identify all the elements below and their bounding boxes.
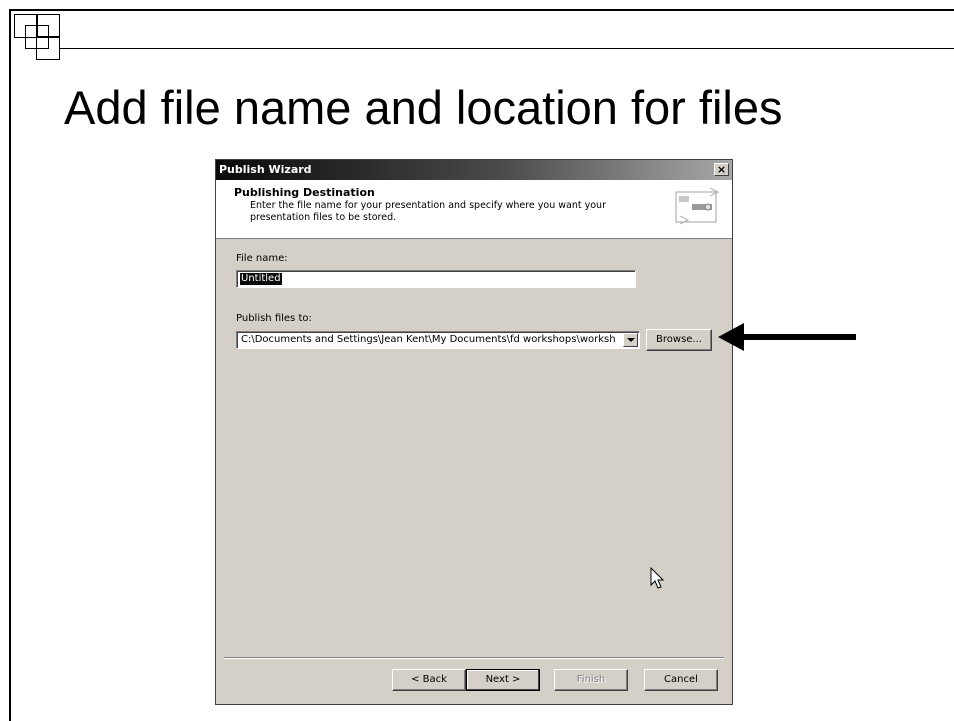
finish-button[interactable]: Finish (554, 669, 628, 691)
back-button[interactable]: < Back (392, 669, 466, 691)
file-name-label: File name: (236, 253, 288, 264)
publish-wizard-dialog: Publish Wizard × Publishing Destination … (215, 159, 733, 705)
annotation-arrow-icon (718, 323, 856, 351)
close-icon: × (716, 163, 727, 176)
step-description: Enter the file name for your presentatio… (250, 200, 606, 223)
slide-frame-left (9, 9, 11, 721)
browse-button[interactable]: Browse... (646, 329, 712, 351)
button-separator (224, 657, 724, 659)
close-button[interactable]: × (714, 163, 729, 176)
slide-title: Add file name and location for files (64, 81, 783, 134)
dropdown-arrow-icon[interactable] (623, 333, 638, 347)
publish-location-combobox[interactable]: C:\Documents and Settings\Jean Kent\My D… (236, 331, 640, 349)
decor-square (36, 36, 60, 60)
dialog-titlebar[interactable]: Publish Wizard × (216, 160, 732, 180)
file-name-input[interactable]: Untitled (236, 270, 636, 288)
publish-to-label: Publish files to: (236, 313, 312, 324)
wizard-header: Publishing Destination Enter the file na… (216, 180, 732, 239)
publish-wizard-icon (675, 187, 720, 225)
next-button[interactable]: Next > (466, 669, 540, 691)
step-title: Publishing Destination (234, 186, 375, 199)
file-name-value: Untitled (240, 273, 282, 285)
slide-frame-rule (60, 48, 954, 49)
dialog-title: Publish Wizard (219, 163, 312, 176)
cancel-button[interactable]: Cancel (644, 669, 718, 691)
slide-frame-top (9, 9, 954, 11)
mouse-cursor-icon (650, 567, 665, 589)
publish-location-value: C:\Documents and Settings\Jean Kent\My D… (241, 334, 616, 345)
